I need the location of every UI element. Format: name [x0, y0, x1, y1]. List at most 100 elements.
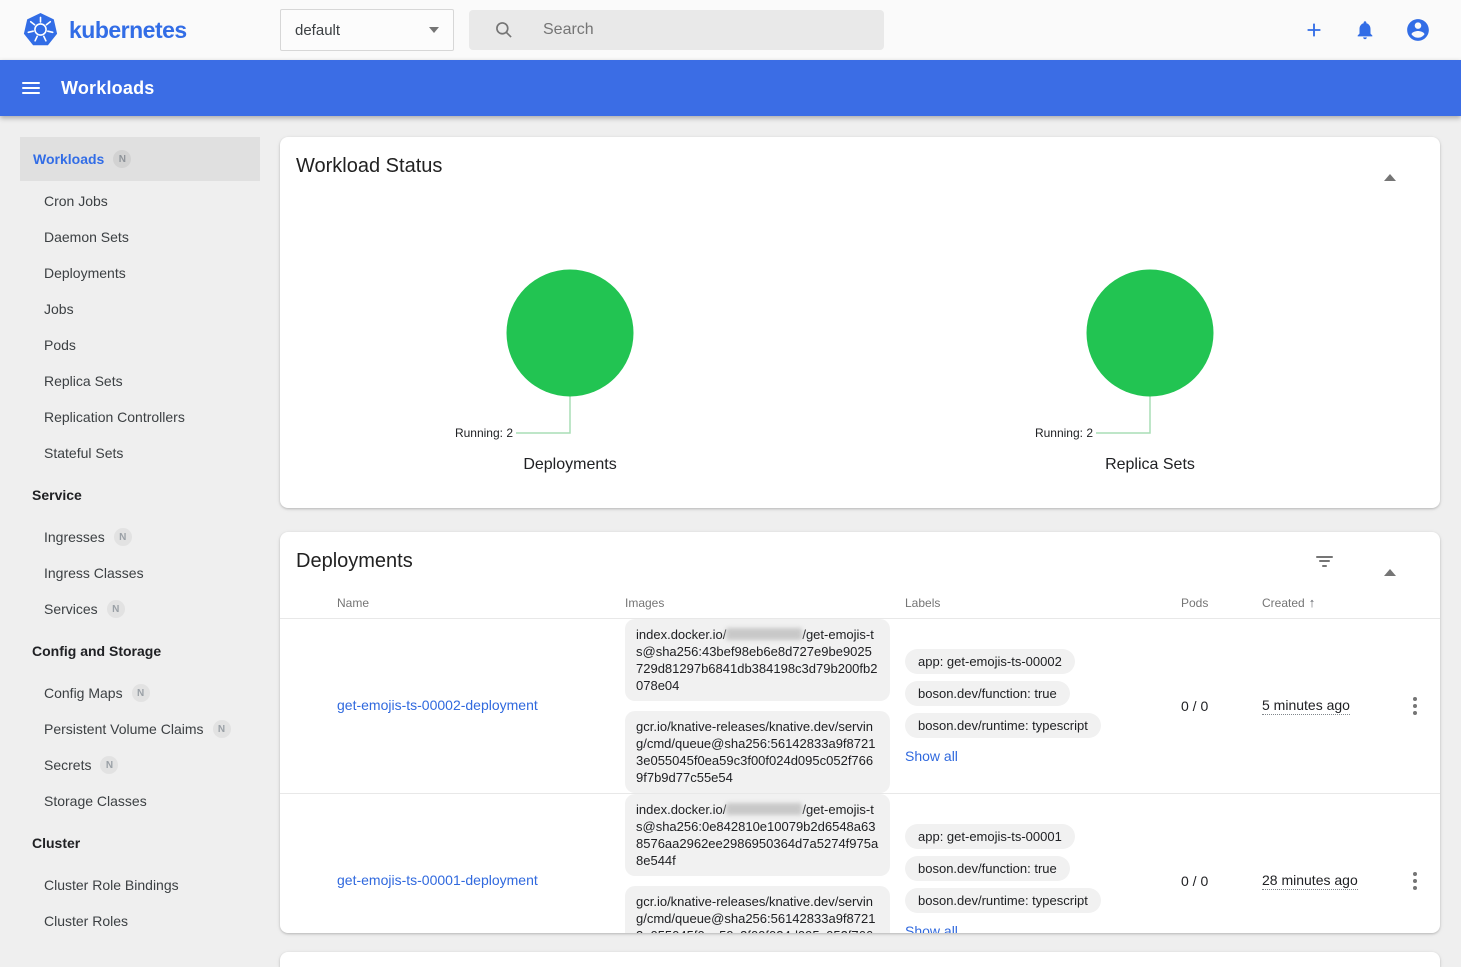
- account-icon: [1405, 17, 1431, 43]
- deployment-row: get-emojis-ts-00002-deployment index.doc…: [280, 619, 1440, 794]
- workload-status-card: Workload Status Running: 2 Deployments: [280, 137, 1440, 508]
- new-badge: N: [107, 600, 125, 618]
- column-header-pods[interactable]: Pods: [1181, 596, 1262, 610]
- collapse-card-button[interactable]: [1381, 549, 1399, 573]
- deployments-pie-chart: Running: 2 Deployments: [280, 241, 860, 474]
- page-title: Workloads: [61, 78, 155, 99]
- sidebar-item-cluster-role-bindings[interactable]: Cluster Role Bindings: [0, 867, 280, 903]
- redacted-registry-user: [726, 803, 802, 815]
- topbar-actions: [1303, 17, 1461, 43]
- replica-sets-pie-chart: Running: 2 Replica Sets: [860, 241, 1440, 474]
- card-title: Workload Status: [296, 155, 442, 178]
- sidebar-item-daemon-sets[interactable]: Daemon Sets: [0, 219, 280, 255]
- new-badge: N: [113, 150, 131, 168]
- filter-list-icon: [1316, 556, 1333, 567]
- chevron-down-icon: [429, 27, 439, 33]
- column-header-name[interactable]: Name: [337, 596, 625, 610]
- card-title: Deployments: [296, 550, 413, 573]
- pie-slice-running: [507, 270, 634, 397]
- pie-chart-svg: Running: 2: [420, 241, 720, 446]
- sidebar-item-ingresses[interactable]: Ingresses N: [0, 519, 280, 555]
- column-header-images[interactable]: Images: [625, 596, 905, 610]
- sidebar-item-pods[interactable]: Pods: [0, 327, 280, 363]
- sidebar-item-replication-controllers[interactable]: Replication Controllers: [0, 399, 280, 435]
- new-badge: N: [132, 684, 150, 702]
- sidebar-item-stateful-sets[interactable]: Stateful Sets: [0, 435, 280, 471]
- brand-name: kubernetes: [69, 17, 187, 44]
- sidebar-item-label: Workloads: [33, 151, 104, 167]
- deployment-name-link[interactable]: get-emojis-ts-00001-deployment: [337, 872, 538, 888]
- sidebar-item-storage-classes[interactable]: Storage Classes: [0, 783, 280, 819]
- sidebar-item-persistent-volume-claims[interactable]: Persistent Volume Claims N: [0, 711, 280, 747]
- new-badge: N: [114, 528, 132, 546]
- label-chip: app: get-emojis-ts-00002: [905, 649, 1075, 674]
- collapse-card-button[interactable]: [1381, 154, 1399, 178]
- chevron-up-icon: [1384, 157, 1396, 181]
- sidebar-section-cluster: Cluster: [0, 825, 280, 861]
- chart-title: Deployments: [523, 456, 616, 474]
- search-bar[interactable]: [469, 10, 884, 50]
- brand-logo[interactable]: kubernetes: [0, 12, 280, 48]
- created-timestamp[interactable]: 5 minutes ago: [1262, 697, 1350, 715]
- new-badge: N: [100, 756, 118, 774]
- sidebar-item-config-maps[interactable]: Config Maps N: [0, 675, 280, 711]
- pie-legend-label: Running: 2: [455, 426, 513, 440]
- sidebar-item-ingress-classes[interactable]: Ingress Classes: [0, 555, 280, 591]
- row-actions-menu-button[interactable]: [1409, 693, 1421, 719]
- plus-icon: [1303, 19, 1325, 41]
- container-image-chip: index.docker.io//get-emojis-ts@sha256:43…: [625, 619, 890, 701]
- sidebar: Workloads N Cron Jobs Daemon Sets Deploy…: [0, 116, 280, 967]
- search-input[interactable]: [541, 20, 841, 40]
- container-image-chip: gcr.io/knative-releases/knative.dev/serv…: [625, 711, 890, 793]
- column-header-labels[interactable]: Labels: [905, 596, 1181, 610]
- search-icon: [494, 20, 514, 40]
- sidebar-item-replica-sets[interactable]: Replica Sets: [0, 363, 280, 399]
- pods-count: 0 / 0: [1181, 873, 1262, 889]
- namespace-selector[interactable]: default: [280, 9, 454, 51]
- label-chip: boson.dev/runtime: typescript: [905, 888, 1101, 913]
- user-profile-button[interactable]: [1405, 17, 1431, 43]
- sidebar-item-cron-jobs[interactable]: Cron Jobs: [0, 183, 280, 219]
- container-image-chip: gcr.io/knative-releases/knative.dev/serv…: [625, 886, 890, 933]
- main-content: Workload Status Running: 2 Deployments: [280, 116, 1461, 967]
- sidebar-section-config-and-storage: Config and Storage: [0, 633, 280, 669]
- created-timestamp[interactable]: 28 minutes ago: [1262, 872, 1358, 890]
- topbar: kubernetes default: [0, 0, 1461, 60]
- deployment-name-link[interactable]: get-emojis-ts-00002-deployment: [337, 697, 538, 713]
- sidebar-item-secrets[interactable]: Secrets N: [0, 747, 280, 783]
- filter-button[interactable]: [1316, 550, 1333, 572]
- sidebar-item-workloads[interactable]: Workloads N: [20, 137, 260, 181]
- chevron-up-icon: [1384, 552, 1396, 576]
- sidebar-item-cluster-roles[interactable]: Cluster Roles: [0, 903, 280, 939]
- label-chip: app: get-emojis-ts-00001: [905, 824, 1075, 849]
- deployment-row: get-emojis-ts-00001-deployment index.doc…: [280, 794, 1440, 933]
- sidebar-item-services[interactable]: Services N: [0, 591, 280, 627]
- pie-slice-running: [1087, 270, 1214, 397]
- pie-legend-label: Running: 2: [1035, 426, 1093, 440]
- container-image-chip: index.docker.io//get-emojis-ts@sha256:0e…: [625, 794, 890, 876]
- show-all-labels-link[interactable]: Show all: [905, 748, 958, 764]
- sidebar-section-service: Service: [0, 477, 280, 513]
- chart-title: Replica Sets: [1105, 456, 1195, 474]
- sidebar-item-jobs[interactable]: Jobs: [0, 291, 280, 327]
- bell-icon: [1354, 19, 1376, 41]
- namespace-value: default: [295, 22, 340, 39]
- kubernetes-dashboard: kubernetes default: [0, 0, 1461, 967]
- show-all-labels-link[interactable]: Show all: [905, 923, 958, 934]
- next-card-partial: [280, 952, 1440, 967]
- create-resource-button[interactable]: [1303, 19, 1325, 41]
- table-header: Name Images Labels Pods Created: [280, 587, 1440, 619]
- pods-count: 0 / 0: [1181, 698, 1262, 714]
- menu-icon[interactable]: [22, 79, 40, 97]
- label-chip: boson.dev/function: true: [905, 856, 1070, 881]
- notifications-button[interactable]: [1354, 19, 1376, 41]
- deployments-card: Deployments Name Images Labels Pods: [280, 532, 1440, 933]
- column-header-created[interactable]: Created: [1262, 595, 1390, 610]
- appbar: Workloads: [0, 60, 1461, 116]
- row-actions-menu-button[interactable]: [1409, 868, 1421, 894]
- kubernetes-logo-icon: [22, 12, 59, 48]
- pie-chart-svg: Running: 2: [1000, 241, 1300, 446]
- label-chip: boson.dev/runtime: typescript: [905, 713, 1101, 738]
- sort-ascending-icon: [1309, 595, 1316, 610]
- sidebar-item-deployments[interactable]: Deployments: [0, 255, 280, 291]
